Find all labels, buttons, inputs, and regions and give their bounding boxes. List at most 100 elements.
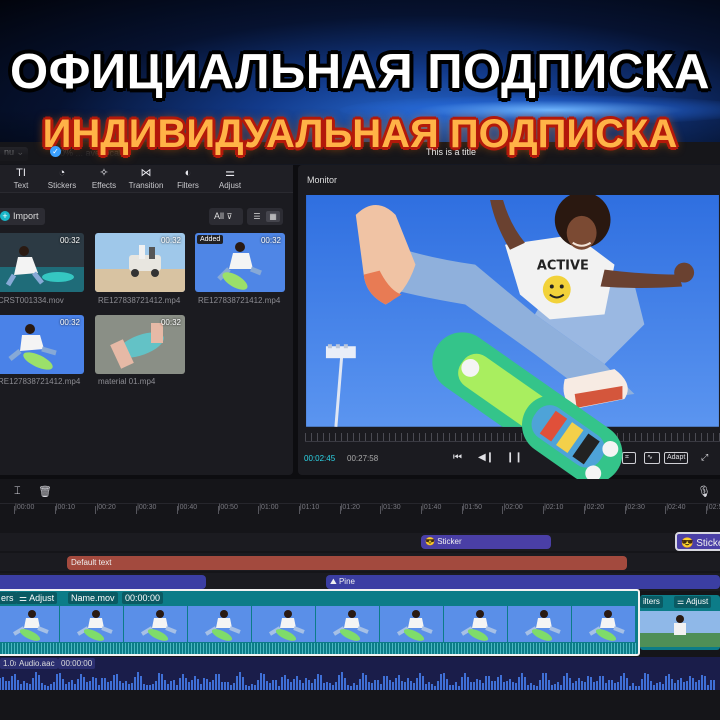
split-icon[interactable]: ⌶	[14, 485, 21, 498]
wave-bar	[17, 679, 19, 690]
media-item[interactable]: 00:32	[0, 315, 84, 374]
view-toggle[interactable]: ☰ ▦	[247, 208, 283, 225]
tool-tabs: TI Text ◔ Stickers ✧ Effects ⋈ Transitio…	[0, 165, 293, 193]
wave-bar	[377, 679, 379, 690]
main-video-clip[interactable]: ers ⚌ Adjust Name.mov 00:00:00	[0, 589, 640, 656]
tab-filters[interactable]: ◐ Filters	[175, 167, 201, 190]
clip-label: Sticke	[696, 538, 720, 549]
wave-bar	[527, 685, 529, 690]
wave-bar	[665, 675, 667, 690]
time-ruler[interactable]: |00:00 |00:10 |00:20 |00:30 |00:40 |00:50 |01:…	[0, 504, 720, 518]
media-item[interactable]: 00:32	[95, 233, 185, 292]
clip-frame	[0, 606, 60, 642]
delete-icon[interactable]: 🗑︎	[38, 485, 52, 498]
wave-bar	[101, 677, 103, 690]
tab-adjust[interactable]: ⚌ Adjust	[217, 167, 243, 190]
adjust-chip: ⚌ Adjust	[16, 592, 58, 604]
timeline-panel: ⌶ 🗑︎ 🎙︎ |00:00 |00:10 |00:20 |00:30 |00:40 |0…	[0, 479, 720, 720]
wave-bar	[359, 678, 361, 690]
tab-stickers[interactable]: ◔ Stickers	[46, 167, 78, 190]
project-title[interactable]: This is a title	[426, 147, 476, 157]
wave-bar	[524, 676, 526, 690]
clip-frame	[188, 606, 252, 642]
wave-bar	[401, 681, 403, 690]
adjust-icon: ⚌	[677, 597, 686, 606]
wave-bar	[26, 683, 28, 690]
wave-bar	[257, 679, 259, 690]
sticker-icon: ◔	[58, 167, 66, 179]
wave-bar	[197, 679, 199, 690]
wave-bar	[554, 683, 556, 690]
sticker-track	[0, 533, 720, 551]
wave-bar	[623, 672, 625, 690]
wave-bar	[263, 674, 265, 690]
wave-bar	[206, 679, 208, 690]
media-item[interactable]: 00:32	[95, 315, 185, 374]
tab-effects[interactable]: ✧ Effects	[90, 167, 118, 190]
grid-view-icon[interactable]: ▦	[266, 211, 280, 222]
wave-bar	[557, 682, 559, 690]
wave-bar	[29, 683, 31, 690]
wave-bar	[437, 681, 439, 690]
wave-bar	[689, 675, 691, 690]
media-filename: RE127838721412.mp4	[0, 377, 81, 386]
wave-bar	[536, 685, 538, 690]
wave-bar	[89, 680, 91, 690]
audio-track[interactable]: 1.0x Audio.aac 00:00:00	[0, 657, 720, 690]
wave-bar	[62, 678, 64, 690]
wave-bar	[695, 681, 697, 690]
tab-transition[interactable]: ⋈ Transition	[127, 167, 165, 190]
sticker-clip[interactable]: 😎 Sticker	[421, 535, 551, 549]
wave-bar	[161, 673, 163, 690]
clip-frame	[60, 606, 124, 642]
import-button[interactable]: + Import	[0, 208, 45, 225]
wave-bar	[368, 681, 370, 690]
wave-bar	[356, 685, 358, 690]
wave-bar	[713, 680, 715, 690]
effect-clip-pine[interactable]: ⛰ Pine	[326, 575, 720, 589]
wave-bar	[155, 680, 157, 690]
filters-icon: ◐	[184, 167, 192, 179]
wave-bar	[65, 683, 67, 690]
wave-bar	[269, 683, 271, 690]
microphone-icon[interactable]: 🎙︎	[697, 485, 711, 498]
plus-icon: +	[0, 211, 10, 221]
wave-bar	[470, 682, 472, 690]
wave-bar	[707, 684, 709, 690]
filter-dropdown[interactable]: All ⊽	[209, 208, 243, 225]
list-view-icon[interactable]: ☰	[250, 211, 264, 222]
wave-bar	[482, 683, 484, 690]
wave-bar	[275, 679, 277, 690]
wave-bar	[41, 683, 43, 690]
clip-frames	[0, 606, 638, 642]
ruler-tick: |01:20	[339, 504, 360, 514]
wave-bar	[509, 678, 511, 690]
effect-clip-left[interactable]	[0, 575, 206, 589]
text-clip[interactable]: Default text	[67, 556, 627, 570]
wave-bar	[335, 682, 337, 690]
sticker-clip-selected[interactable]: 😎 Sticke	[675, 532, 720, 551]
ruler-tick: |01:10	[298, 504, 320, 514]
second-video-clip[interactable]: ilters ⚌ Adjust	[640, 595, 720, 650]
wave-bar	[668, 673, 670, 690]
app-root: nu ⌄ 100% ... ave local ✓ This is a titl…	[0, 0, 720, 720]
wave-bar	[125, 681, 127, 690]
ruler-tick: |02:40	[665, 504, 686, 514]
wave-bar	[200, 683, 202, 690]
wave-bar	[449, 685, 451, 690]
wave-bar	[701, 674, 703, 690]
wave-bar	[434, 685, 436, 690]
ruler-tick: |01:30	[380, 504, 401, 514]
wave-bar	[458, 685, 460, 690]
audio-name-label: Audio.aac	[16, 658, 58, 669]
wave-bar	[428, 682, 430, 690]
media-item[interactable]: Added 00:32	[195, 233, 285, 292]
ruler-tick: |02:30	[624, 504, 645, 514]
tab-text[interactable]: TI Text	[10, 167, 32, 190]
wave-bar	[47, 685, 49, 690]
wave-bar	[44, 684, 46, 690]
clip-frame	[640, 611, 720, 647]
media-item[interactable]: 00:32	[0, 233, 84, 292]
wave-bar	[590, 677, 592, 690]
wave-bar	[674, 682, 676, 690]
